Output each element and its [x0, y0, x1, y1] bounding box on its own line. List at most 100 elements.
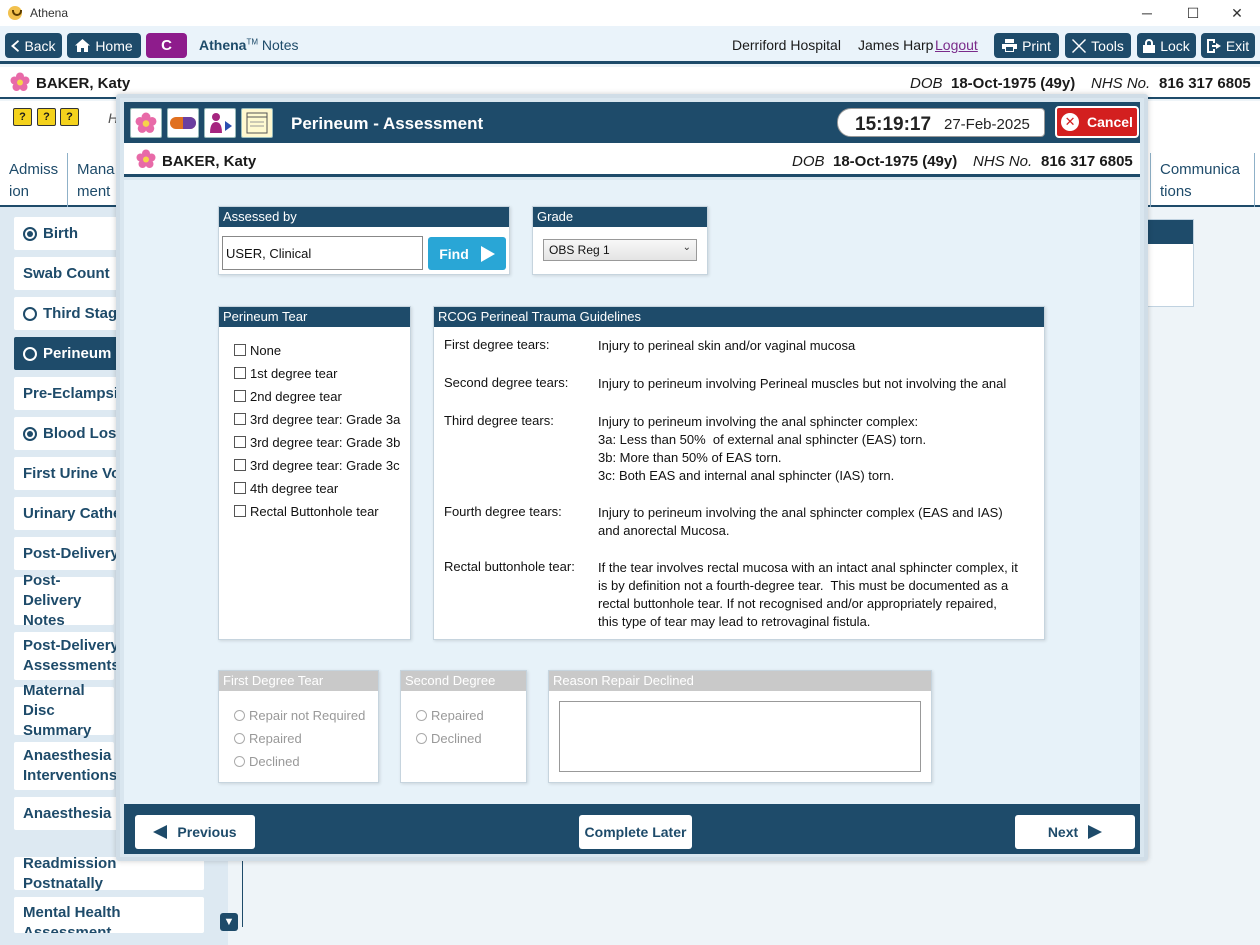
brand-name: Athena: [199, 37, 247, 53]
grade-title: Grade: [533, 207, 707, 227]
brand-tm: TM: [246, 37, 259, 47]
checkbox[interactable]: [234, 413, 246, 425]
dialog-header: Perineum - Assessment 15:19:17 27-Feb-20…: [124, 102, 1140, 143]
radio-button[interactable]: [234, 755, 245, 767]
nav-item-readmission-postnatally[interactable]: Readmission Postnatally: [14, 855, 204, 892]
home-button[interactable]: Home: [67, 33, 141, 58]
reason-repair-declined-textarea[interactable]: [559, 701, 921, 772]
person-arrow-icon[interactable]: [204, 108, 236, 138]
radio-label: Repair not Required: [249, 707, 366, 723]
checkbox[interactable]: [234, 505, 246, 517]
nav-item-maternal-discharge-summary[interactable]: Maternal Disc Summary: [14, 682, 114, 739]
previous-button[interactable]: Previous: [135, 815, 255, 849]
flower-glyph: [135, 112, 157, 133]
guideline-line: Injury to perineum involving the anal sp…: [598, 505, 1003, 520]
nav-item-post-delivery-assessments[interactable]: Post-Delivery Assessments: [14, 632, 120, 680]
next-button[interactable]: Next: [1015, 815, 1135, 849]
guideline-line: 3b: More than 50% of EAS torn.: [598, 450, 782, 465]
flower-icon: [10, 72, 30, 91]
close-window-button[interactable]: ✕: [1214, 0, 1260, 26]
lock-button[interactable]: Lock: [1137, 33, 1196, 58]
previous-label: Previous: [177, 824, 237, 840]
radio-button[interactable]: [234, 732, 245, 744]
grade-select[interactable]: OBS Reg 1 ⌄: [543, 239, 697, 261]
first-degree-repair-not-required[interactable]: Repair not Required: [234, 706, 365, 724]
nav-item-anaesthesia-interventions[interactable]: Anaesthesia Interventions: [14, 742, 117, 790]
checkbox-label: Rectal Buttonhole tear: [250, 503, 379, 519]
flower-icon[interactable]: [130, 108, 162, 138]
checkbox[interactable]: [234, 367, 246, 379]
second-degree-repaired[interactable]: Repaired: [416, 706, 484, 724]
tab-admission[interactable]: Admiss ion: [0, 153, 68, 207]
minimize-button[interactable]: ─: [1124, 0, 1170, 26]
dob-value: 18-Oct-1975 (49y): [833, 153, 958, 170]
complete-later-button[interactable]: Complete Later: [579, 815, 692, 849]
tear-option-3c[interactable]: 3rd degree tear: Grade 3c: [234, 456, 400, 474]
radio-label: Repaired: [249, 730, 302, 746]
nhs-label: NHS No.: [1091, 75, 1151, 92]
print-button[interactable]: Print: [994, 33, 1059, 58]
guideline-line: If the tear involves rectal mucosa with …: [598, 560, 1018, 575]
play-arrow-icon: [480, 245, 495, 262]
reason-repair-declined-title: Reason Repair Declined: [549, 671, 931, 691]
logout-link[interactable]: Logout: [935, 37, 978, 53]
tear-option-2nd-degree[interactable]: 2nd degree tear: [234, 387, 342, 405]
checkbox[interactable]: [234, 459, 246, 471]
checkbox-label: 2nd degree tear: [250, 388, 342, 404]
radio-icon: [23, 426, 37, 441]
notes-icon[interactable]: [241, 108, 273, 138]
second-degree-declined[interactable]: Declined: [416, 729, 482, 747]
exit-button[interactable]: Exit: [1201, 33, 1255, 58]
maximize-button[interactable]: ☐: [1170, 0, 1216, 26]
nav-item-post-delivery-notes[interactable]: Post-Delivery Notes: [14, 572, 114, 629]
chevron-down-icon[interactable]: ▼: [220, 913, 238, 931]
checkbox[interactable]: [234, 436, 246, 448]
checkbox[interactable]: [234, 344, 246, 356]
tab-communications[interactable]: Communica tions: [1150, 153, 1255, 207]
nav-label: Blood Loss: [43, 424, 125, 442]
radio-button[interactable]: [416, 709, 427, 721]
radio-button[interactable]: [234, 709, 245, 721]
guideline-line: Injury to perineum involving the anal sp…: [598, 414, 919, 429]
checkbox[interactable]: [234, 482, 246, 494]
find-button[interactable]: Find: [428, 237, 506, 270]
person-glyph: [210, 113, 232, 133]
tab-management[interactable]: Mana ment: [68, 153, 118, 207]
nav-label: Pre-Eclampsia: [23, 384, 127, 402]
tear-option-3a[interactable]: 3rd degree tear: Grade 3a: [234, 410, 400, 428]
help-icon[interactable]: ?: [37, 108, 56, 126]
help-icon[interactable]: ?: [60, 108, 79, 126]
nav-label: Birth: [43, 224, 78, 242]
tear-option-3b[interactable]: 3rd degree tear: Grade 3b: [234, 433, 400, 451]
assessed-by-input[interactable]: USER, Clinical: [222, 236, 423, 270]
dob-label: DOB: [792, 153, 825, 170]
hospital-name: Derriford Hospital: [732, 37, 841, 53]
nav-label: First Urine Voi: [23, 464, 125, 482]
complete-later-label: Complete Later: [584, 824, 687, 840]
tear-option-1st-degree[interactable]: 1st degree tear: [234, 364, 337, 382]
radio-button[interactable]: [416, 732, 427, 744]
medication-icon[interactable]: [167, 108, 199, 138]
back-button[interactable]: Back: [5, 33, 62, 58]
home-label: Home: [95, 37, 133, 54]
nav-item-mental-health-assessment[interactable]: Mental Health Assessment: [14, 897, 204, 933]
c-button[interactable]: C: [146, 33, 187, 58]
cancel-button[interactable]: ✕ Cancel: [1055, 106, 1139, 138]
dob-label: DOB: [910, 75, 943, 92]
tear-option-rectal-buttonhole[interactable]: Rectal Buttonhole tear: [234, 502, 379, 520]
tear-option-none[interactable]: None: [234, 341, 281, 359]
checkbox-label: 4th degree tear: [250, 480, 339, 496]
user-name: James Harp: [858, 37, 934, 53]
tear-option-4th-degree[interactable]: 4th degree tear: [234, 479, 338, 497]
alert-icon[interactable]: ?: [13, 108, 32, 126]
first-degree-declined[interactable]: Declined: [234, 752, 300, 770]
guideline-line: this type of tear may lead to retrovagin…: [598, 614, 871, 629]
chevron-left-icon: [11, 39, 20, 52]
brand-notes: Notes: [261, 37, 299, 53]
tools-button[interactable]: Tools: [1065, 33, 1131, 58]
checkbox[interactable]: [234, 390, 246, 402]
nav-label: Urinary Cathe: [23, 504, 122, 522]
arrow-left-icon: [153, 825, 168, 839]
first-degree-repaired[interactable]: Repaired: [234, 729, 302, 747]
radio-label: Repaired: [431, 707, 484, 723]
